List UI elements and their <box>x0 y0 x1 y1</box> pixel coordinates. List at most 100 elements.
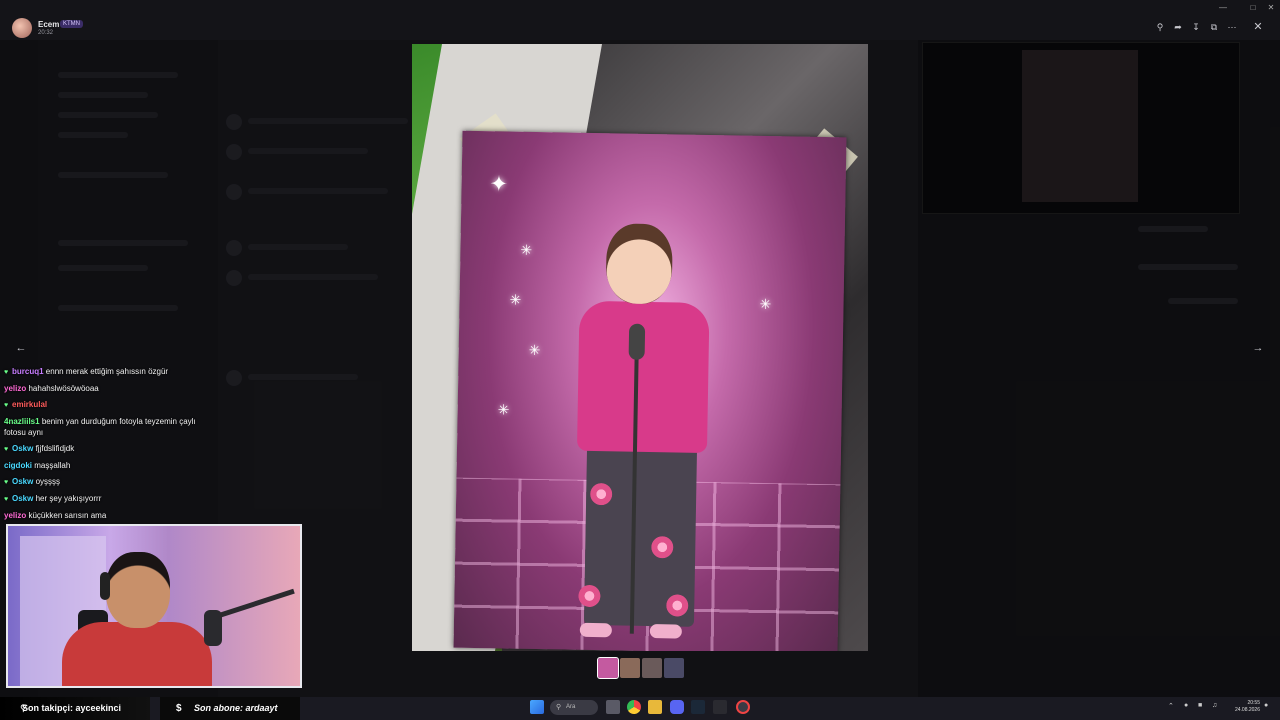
steam-icon[interactable] <box>691 700 705 714</box>
sparkle-icon: ✳ <box>509 291 522 308</box>
chat-username[interactable]: Oskw <box>12 477 33 486</box>
avatar[interactable] <box>12 18 32 38</box>
maximize-icon[interactable]: □ <box>1246 2 1260 14</box>
printed-photograph: ✦ ✳ ✳ ✳ ✳ ✳ <box>453 130 847 651</box>
previous-image-arrow-icon[interactable]: ← <box>12 340 30 356</box>
chat-username[interactable]: yelizo <box>4 511 26 520</box>
tray-network-icon[interactable]: ■ <box>1198 702 1202 709</box>
chat-text: fjjfdslifidjdk <box>35 444 75 453</box>
chat-username[interactable]: Oskw <box>12 494 33 503</box>
notification-icon[interactable]: ● <box>1264 702 1268 709</box>
chat-ghost-line <box>248 148 368 154</box>
sparkle-icon: ✳ <box>497 401 510 418</box>
chat-username[interactable]: 4nazliils1 <box>4 417 40 426</box>
viewed-photo: ✦ ✳ ✳ ✳ ✳ ✳ <box>412 44 868 651</box>
channel-ghost-line <box>58 172 168 178</box>
sparkle-icon: ✳ <box>520 241 533 258</box>
more-icon[interactable]: ⋯ <box>1225 20 1239 34</box>
chat-message: 4nazliils1 benim yan durduğum fotoyla te… <box>4 416 208 438</box>
channel-ghost-line <box>58 132 128 138</box>
thumbnail-1[interactable] <box>597 657 619 679</box>
minimize-icon[interactable]: — <box>1216 2 1230 14</box>
taskbar-clock[interactable]: 20:55 24.08.2026 <box>1230 700 1260 714</box>
sparkle-icon: ✳ <box>528 341 541 359</box>
chat-text: küçükken sarısın ama <box>28 511 107 520</box>
thumbnail-strip <box>597 657 684 679</box>
share-icon[interactable]: ➦ <box>1171 20 1185 34</box>
chat-message: ♥ Oskw fjjfdslifidjdk <box>4 443 208 455</box>
child-face <box>605 223 673 305</box>
streamer-face <box>106 552 170 628</box>
tray-chevron-icon[interactable]: ⌃ <box>1168 702 1174 710</box>
chat-message: ♥ Oskw oyşşşş <box>4 476 208 488</box>
sparkle-icon: ✳ <box>759 295 772 313</box>
panel-ghost-line <box>1138 226 1208 232</box>
chat-ghost-line <box>248 274 378 280</box>
chat-message: yelizo hahahslwösöwöoaa <box>4 383 208 394</box>
discord-icon[interactable] <box>670 700 684 714</box>
panel-ghost-line <box>1168 298 1238 304</box>
thumbnail-3[interactable] <box>642 658 662 678</box>
chat-username[interactable]: cigdoki <box>4 461 32 470</box>
window-close-icon[interactable]: ✕ <box>1264 2 1278 14</box>
panel-ghost-line <box>1138 264 1238 270</box>
viewer-timestamp: 20:32 <box>38 30 54 36</box>
next-image-arrow-icon[interactable]: → <box>1249 340 1267 356</box>
chat-ghost-line <box>248 118 408 124</box>
chat-text: ennn merak ettiğim şahıssın özgür <box>45 367 169 376</box>
chat-message: ♥ burcuq1 ennn merak ettiğim şahıssın özg… <box>4 366 208 378</box>
thumbnail-2[interactable] <box>620 658 640 678</box>
streamer-shirt <box>62 622 212 686</box>
chat-ghost-line <box>248 188 388 194</box>
chat-username[interactable]: burcuq1 <box>12 367 44 376</box>
tray-mic-icon[interactable]: ● <box>1184 702 1188 709</box>
channel-ghost-line <box>58 72 178 78</box>
channel-ghost-line <box>58 240 188 246</box>
channel-ghost-line <box>58 112 158 118</box>
shoe <box>579 622 612 638</box>
start-menu-icon[interactable] <box>530 700 544 714</box>
search-icon: ⚲ <box>556 704 562 711</box>
sparkle-icon: ✦ <box>489 171 509 197</box>
headset <box>100 572 110 600</box>
viewer-username[interactable]: Ecem <box>38 20 59 29</box>
heart-icon: ♥ <box>4 369 9 376</box>
chat-ghost-avatar <box>226 184 242 200</box>
thumbnail-4[interactable] <box>664 658 684 678</box>
task-view-icon[interactable] <box>606 700 620 714</box>
download-icon[interactable]: ↧ <box>1189 20 1203 34</box>
channel-ghost-line <box>58 92 148 98</box>
obs-icon[interactable] <box>713 700 727 714</box>
chat-message: yelizo küçükken sarısın ama <box>4 510 208 521</box>
chat-username[interactable]: Oskw <box>12 444 33 453</box>
streamer-microphone <box>204 610 222 646</box>
zoom-icon[interactable]: ⚲ <box>1153 20 1167 34</box>
chat-ghost-line <box>248 374 358 380</box>
location-pin-icon: ⚲ <box>20 703 27 713</box>
tray-volume-icon[interactable]: ♫ <box>1212 702 1217 709</box>
file-explorer-icon[interactable] <box>648 700 662 714</box>
close-icon[interactable]: ✕ <box>1251 20 1265 34</box>
heart-icon: ♥ <box>4 446 9 453</box>
webcam-overlay <box>6 524 302 688</box>
image-viewer-header: Ecem KTMN 20:32 — □ ✕ ⚲ ➦ ↧ ⧉ ⋯ ✕ <box>0 0 1280 40</box>
chat-username[interactable]: emirkulal <box>12 400 47 409</box>
chat-ghost-avatar <box>226 270 242 286</box>
channel-ghost-line <box>58 265 148 271</box>
channel-ghost-line <box>58 305 178 311</box>
open-external-icon[interactable]: ⧉ <box>1207 20 1221 34</box>
chat-text: hahahslwösöwöoaa <box>28 384 99 393</box>
chat-ghost-avatar <box>226 370 242 386</box>
chat-text: maşşallah <box>34 461 71 470</box>
app-icon[interactable] <box>736 700 750 714</box>
child-pink-top <box>576 300 710 454</box>
chrome-icon[interactable] <box>627 700 641 714</box>
stream-chat-overlay: ♥ burcuq1 ennn merak ettiğim şahıssın özg… <box>4 366 208 526</box>
chat-ghost-avatar <box>226 144 242 160</box>
chat-text: oyşşşş <box>35 477 61 486</box>
chat-message: cigdoki maşşallah <box>4 460 208 471</box>
chat-ghost-avatar <box>226 240 242 256</box>
chat-username[interactable]: yelizo <box>4 384 26 393</box>
chat-text: her şey yakışıyorrr <box>35 494 102 503</box>
chat-message: ♥ emirkulal <box>4 399 208 411</box>
